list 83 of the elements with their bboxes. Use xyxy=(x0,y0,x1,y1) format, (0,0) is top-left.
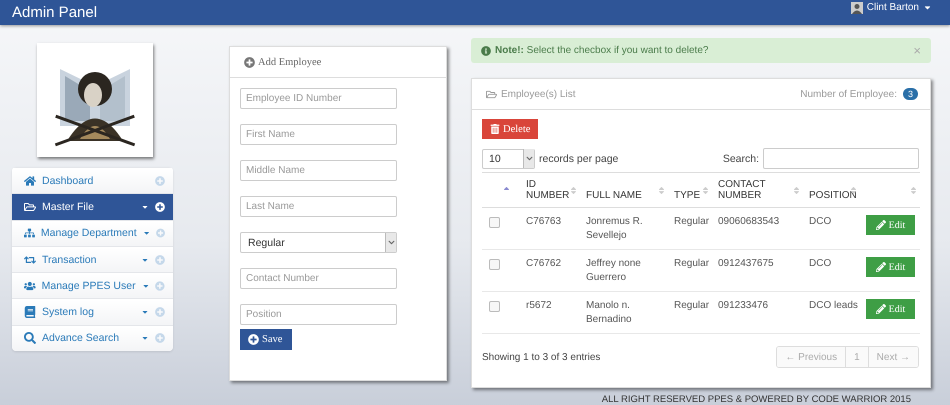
menu-item[interactable]: Dashboard xyxy=(12,167,173,194)
table-cell: r5672 xyxy=(520,292,580,334)
edit-button[interactable]: Edit xyxy=(866,215,915,235)
users-icon xyxy=(24,280,36,292)
table-cell: 091233476 xyxy=(712,292,803,334)
menu-item[interactable]: Manage PPES User xyxy=(12,272,173,298)
table-cell: DCO leads xyxy=(803,292,860,334)
plus-icon xyxy=(155,333,165,344)
avatar-icon xyxy=(850,2,863,14)
column-header[interactable]: CONTACT NUMBER xyxy=(712,172,803,208)
table-cell: Manolo n. Bernadino xyxy=(580,292,668,334)
search-icon xyxy=(24,332,36,344)
table-cell: 0912437675 xyxy=(712,250,803,292)
edit-button[interactable]: Edit xyxy=(866,257,915,277)
plus-icon xyxy=(155,307,165,318)
caret-icon xyxy=(141,334,149,342)
row-checkbox[interactable] xyxy=(489,301,500,312)
plus-icon xyxy=(244,56,255,68)
table-cell: DCO xyxy=(803,250,860,292)
pencil-icon xyxy=(876,220,886,230)
user-menu[interactable]: Clint Barton xyxy=(850,2,932,14)
table-cell: Regular xyxy=(668,208,712,250)
page-size-select[interactable]: 10 xyxy=(482,148,535,168)
panel-title: Add Employee xyxy=(258,56,322,68)
plus-icon xyxy=(248,334,259,345)
chevron-icon xyxy=(388,239,394,246)
search-field[interactable] xyxy=(763,148,919,169)
pencil-icon xyxy=(876,262,886,272)
column-header[interactable]: TYPE xyxy=(668,172,712,208)
plus-icon xyxy=(155,280,165,291)
column-header[interactable]: FULL NAME xyxy=(580,172,668,208)
plus-icon xyxy=(155,254,165,265)
column-header[interactable]: ID NUMBER xyxy=(520,172,580,208)
folder-icon xyxy=(24,200,36,213)
info-icon xyxy=(481,46,491,56)
menu-item[interactable]: Advance Search xyxy=(12,324,173,352)
plus-icon xyxy=(155,202,165,212)
plus-icon xyxy=(156,228,165,238)
input-field[interactable]: Contact Number xyxy=(240,268,397,289)
table-cell: Jonremus R. Sevellejo xyxy=(580,208,668,250)
panel-title: Employee(s) List xyxy=(501,88,576,100)
retweet-icon xyxy=(24,254,36,266)
trash-icon xyxy=(490,124,500,134)
book-icon xyxy=(24,306,36,318)
column-header[interactable]: POSITION xyxy=(803,172,860,208)
home-icon xyxy=(24,174,36,187)
row-checkbox[interactable] xyxy=(489,259,500,270)
page-size-label: records per page xyxy=(539,152,618,164)
chevron-icon xyxy=(526,155,532,162)
menu-item[interactable]: Master File xyxy=(12,193,173,220)
save-button[interactable]: Save xyxy=(240,329,292,350)
delete-button[interactable]: Delete xyxy=(482,119,538,139)
table-cell: C76763 xyxy=(520,208,580,250)
count-label: Number of Employee: xyxy=(800,88,897,100)
input-field[interactable]: Position xyxy=(240,304,397,325)
pencil-icon xyxy=(876,304,886,314)
entries-info: Showing 1 to 3 of 3 entries xyxy=(482,352,600,362)
footer-text: ALL RIGHT RESERVED PPES & POWERED BY CODE WARRIOR 2015 xyxy=(600,394,912,405)
edit-button[interactable]: Edit xyxy=(866,299,915,319)
caret-icon xyxy=(142,229,150,238)
table-cell: 09060683543 xyxy=(712,208,803,250)
type-select[interactable]: Regular xyxy=(240,232,397,253)
menu-item[interactable]: System log xyxy=(12,298,173,325)
menu-item[interactable]: Manage Department xyxy=(12,220,173,246)
table-cell: Jeffrey none Guerrero xyxy=(580,250,668,292)
plus-icon xyxy=(155,176,165,186)
table-cell: Regular xyxy=(668,250,712,292)
count-badge: 3 xyxy=(902,88,918,100)
row-checkbox[interactable] xyxy=(489,217,500,228)
table-cell: C76762 xyxy=(520,250,580,292)
folder-icon xyxy=(486,88,497,100)
app-title: Admin Panel xyxy=(12,4,98,21)
alert-text: Note!: Select the checbox if you want to delete? xyxy=(495,45,710,56)
search-label: Search: xyxy=(722,152,759,164)
input-field[interactable]: Last Name xyxy=(240,196,397,217)
menu-item[interactable]: Transaction xyxy=(12,246,173,272)
table-cell: Regular xyxy=(668,292,712,334)
input-field[interactable]: Employee ID Number xyxy=(240,88,397,109)
sitemap-icon xyxy=(24,227,35,240)
caret-icon xyxy=(141,308,149,316)
input-field[interactable]: Middle Name xyxy=(240,160,397,181)
input-field[interactable]: First Name xyxy=(240,124,397,145)
table-cell: DCO xyxy=(803,208,860,250)
